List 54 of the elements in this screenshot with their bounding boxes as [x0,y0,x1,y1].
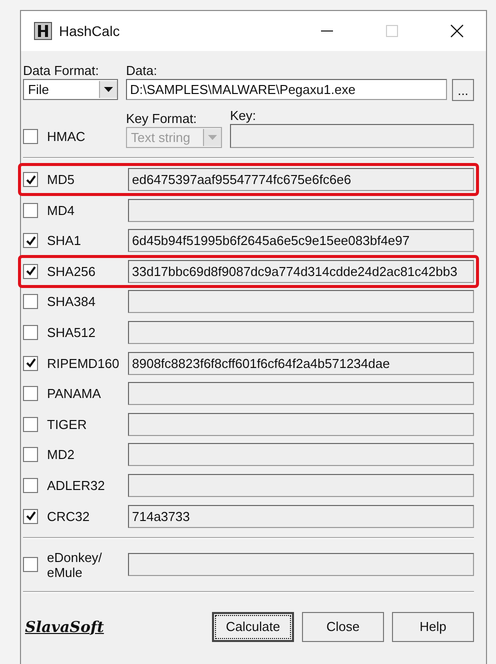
data-format-dropdown[interactable]: File [23,79,118,100]
dialog-button[interactable]: Calculate [212,612,294,642]
key-format-label: Key Format: [126,111,198,127]
hash-name: SHA384 [47,294,96,310]
dialog-button[interactable]: Close [302,612,384,642]
dialog-button[interactable]: Help [392,612,474,642]
hash-name: CRC32 [47,508,91,524]
hash-value-field[interactable] [128,198,474,222]
checkbox[interactable] [23,478,38,493]
hash-name: MD4 [47,202,76,218]
hash-value-field[interactable]: 6d45b94f51995b6f2645a6e5c9e15ee083bf4e97 [128,229,474,252]
checkbox[interactable] [23,264,38,279]
checkbox[interactable] [23,324,38,340]
checkbox[interactable] [23,447,38,462]
checkbox[interactable] [23,202,38,218]
window-title: HashCalc [59,23,120,39]
hash-name: PANAMA [47,386,102,402]
checkbox[interactable] [23,557,38,572]
checkbox[interactable] [23,356,38,371]
hash-name: eDonkey/ eMule [47,550,103,580]
browse-button[interactable]: ... [452,79,474,101]
data-path-field[interactable]: D:\SAMPLES\MALWARE\Pegaxu1.exe [126,79,447,100]
hmac-label: HMAC [47,128,86,144]
checkbox[interactable] [23,172,38,187]
hash-value-field[interactable] [128,443,474,466]
hash-name: MD5 [47,172,76,187]
hash-value-field[interactable] [128,412,474,436]
data-format-label: Data Format: [23,63,100,79]
checkbox[interactable] [23,386,38,402]
hash-value-field[interactable]: 8908fc8823f6f8cff601f6cf64f2a4b571234dae [128,352,474,375]
hash-name: RIPEMD160 [47,356,119,371]
app-icon [34,22,52,40]
hash-name: SHA256 [47,264,96,279]
hash-value-field[interactable] [128,290,474,314]
hash-name: ADLER32 [47,478,106,493]
checkbox[interactable] [23,294,38,310]
hash-name: SHA512 [47,324,96,340]
key-label: Key: [230,108,258,124]
logo: SlavaSoft [25,618,104,636]
hmac-checkbox[interactable] [23,128,38,144]
hash-value-field[interactable] [128,320,474,344]
checkbox[interactable] [23,416,38,432]
hash-value-field[interactable]: 714a3733 [128,504,474,528]
checkbox[interactable] [23,508,38,524]
hash-value-field[interactable] [128,553,474,576]
hash-name: SHA1 [47,233,82,248]
hash-value-field[interactable]: ed6475397aaf95547774fc675e6fc6e6 [128,168,474,191]
hash-value-field[interactable]: 33d17bbc69d8f9087dc9a774d314cdde24d2ac81c42bb3 [128,260,474,283]
hash-name: MD2 [47,447,76,462]
data-label: Data: [126,63,158,79]
hash-name: TIGER [47,416,88,432]
hash-value-field[interactable] [128,474,474,497]
checkbox[interactable] [23,233,38,248]
hash-value-field[interactable] [128,382,474,406]
